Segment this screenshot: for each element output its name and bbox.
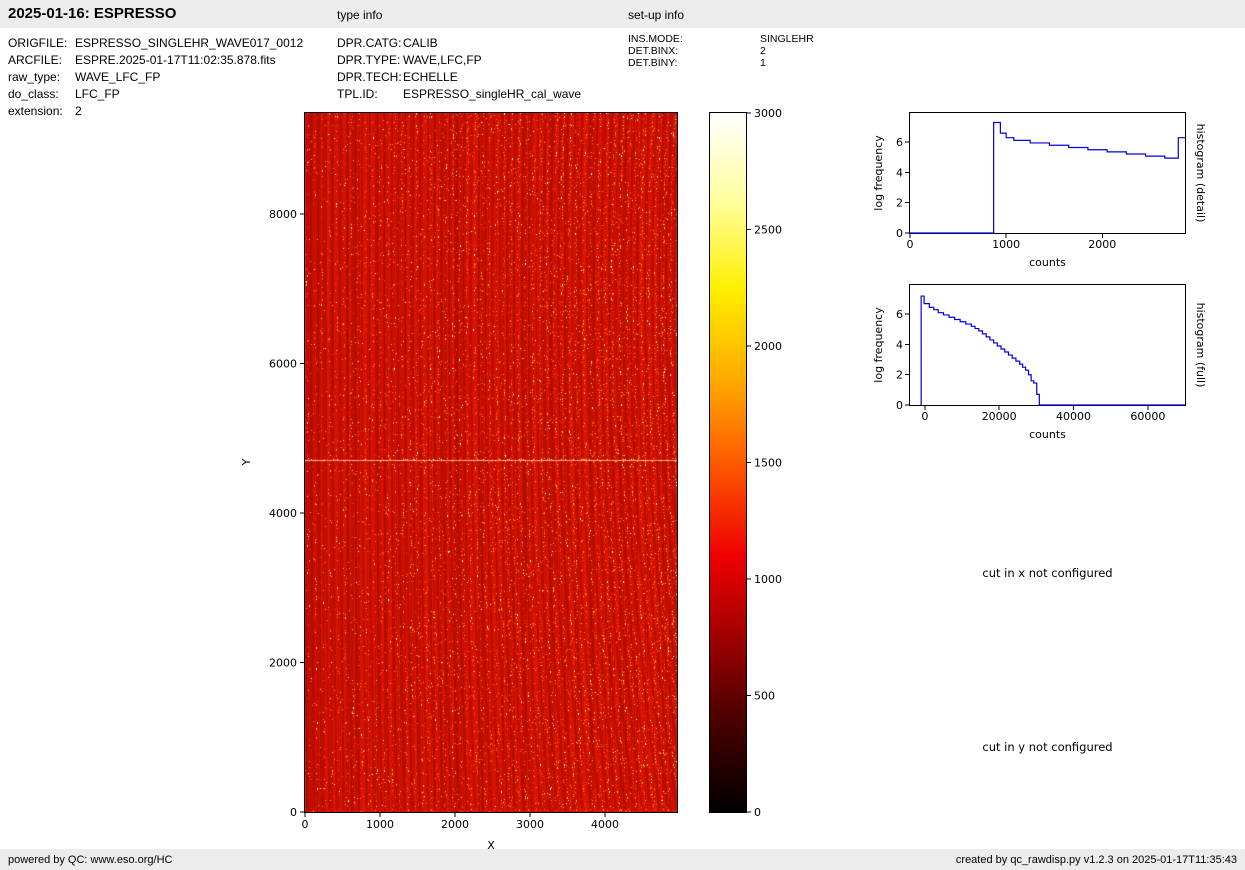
info-label: INS.MODE: — [628, 33, 683, 45]
y-axis-label: log frequency — [872, 135, 885, 211]
info-row: extension: 2 — [8, 103, 303, 120]
type-info-block: DPR.CATG: CALIB DPR.TYPE: WAVE,LFC,FP DPR.TE… — [337, 35, 581, 103]
raw-frame-heatmap — [305, 113, 677, 812]
colorbar-tick-label: 1500 — [754, 457, 782, 470]
x-tick-label: 20000 — [982, 410, 1017, 423]
info-value: LFC_FP — [75, 87, 120, 101]
y-tick-label: 0 — [896, 399, 903, 412]
info-label: DPR.CATG: — [337, 36, 402, 50]
info-row: DPR.TECH: ECHELLE — [337, 69, 581, 86]
y-axis-label: Y — [240, 458, 253, 466]
info-value: 2 — [760, 45, 766, 57]
y-tick-label: 6000 — [269, 357, 297, 370]
y-tick-label: 0 — [290, 806, 297, 819]
info-row: DPR.CATG: CALIB — [337, 35, 581, 52]
y-tick-label: 4 — [896, 338, 903, 351]
info-value: ESPRESSO_singleHR_cal_wave — [403, 87, 582, 101]
info-label: DPR.TECH: — [337, 70, 402, 84]
info-label: DET.BINY: — [628, 57, 678, 69]
y-tick-label: 2 — [896, 197, 903, 210]
y-tick-label: 0 — [896, 227, 903, 240]
setup-info-heading: set-up info — [628, 8, 685, 22]
page-title: 2025-01-16: ESPRESSO — [8, 5, 177, 22]
x-axis-label: counts — [1029, 428, 1066, 441]
colorbar-tick-label: 2000 — [754, 340, 782, 353]
info-row: do_class: LFC_FP — [8, 86, 303, 103]
info-row: DET.BINX: 2 — [628, 45, 814, 57]
x-tick-label: 2000 — [441, 818, 469, 831]
info-label: DPR.TYPE: — [337, 53, 401, 67]
colorbar-tick-label: 1000 — [754, 573, 782, 586]
x-tick-label: 40000 — [1056, 410, 1091, 423]
info-value: WAVE,LFC,FP — [403, 53, 482, 67]
info-label: raw_type: — [8, 70, 61, 84]
y-tick-label: 4000 — [269, 507, 297, 520]
header-bar: 2025-01-16: ESPRESSO type info set-up in… — [0, 0, 1245, 28]
info-label: extension: — [8, 104, 63, 118]
histogram-line — [920, 295, 1185, 406]
info-row: TPL.ID: ESPRESSO_singleHR_cal_wave — [337, 86, 581, 103]
plot-frame — [909, 284, 1186, 406]
info-row: DPR.TYPE: WAVE,LFC,FP — [337, 52, 581, 69]
footer-right-text: created by qc_rawdisp.py v1.2.3 on 2025-… — [955, 853, 1237, 866]
cut-x-message: cut in x not configured — [982, 566, 1113, 580]
info-row: raw_type: WAVE_LFC_FP — [8, 69, 303, 86]
x-tick-label: 3000 — [516, 818, 544, 831]
y-tick-label: 8000 — [269, 208, 297, 221]
type-info-heading: type info — [337, 8, 383, 22]
x-tick-label: 0 — [302, 818, 309, 831]
info-row: ARCFILE: ESPRE.2025-01-17T11:02:35.878.fi… — [8, 52, 303, 69]
right-axis-label: histogram (detail) — [1194, 124, 1207, 223]
x-tick-label: 1000 — [366, 818, 394, 831]
y-tick-label: 2000 — [269, 656, 297, 669]
info-label: ARCFILE: — [8, 53, 63, 67]
x-tick-label: 0 — [921, 410, 928, 423]
x-axis-label: counts — [1029, 256, 1066, 269]
info-row: DET.BINY: 1 — [628, 57, 814, 69]
colorbar-tick-label: 0 — [754, 806, 761, 819]
y-tick-label: 6 — [896, 136, 903, 149]
info-label: DET.BINX: — [628, 45, 679, 57]
info-value: 1 — [760, 57, 766, 69]
footer-left-text: powered by QC: www.eso.org/HC — [8, 853, 173, 866]
info-value: CALIB — [403, 36, 438, 50]
footer-bar: powered by QC: www.eso.org/HC created by… — [0, 849, 1245, 870]
histogram-line — [910, 121, 1185, 234]
plot-frame — [909, 112, 1186, 234]
x-tick-label: 1000 — [992, 238, 1020, 251]
info-label: do_class: — [8, 87, 59, 101]
info-label: TPL.ID: — [337, 87, 378, 101]
setup-info-block: INS.MODE: SINGLEHR DET.BINX: 2 DET.BINY: 1 — [628, 33, 814, 69]
info-value: SINGLEHR — [760, 33, 814, 45]
info-label: ORIGFILE: — [8, 36, 68, 50]
info-value: ESPRE.2025-01-17T11:02:35.878.fits — [75, 53, 276, 67]
colorbar-gradient — [710, 113, 746, 812]
colorbar-tick-label: 2500 — [754, 224, 782, 237]
x-tick-label: 4000 — [591, 818, 619, 831]
info-value: ESPRESSO_SINGLEHR_WAVE017_0012 — [75, 36, 304, 50]
info-value: 2 — [75, 104, 82, 118]
y-tick-label: 4 — [896, 166, 903, 179]
colorbar-tick-label: 500 — [754, 690, 775, 703]
x-tick-label: 2000 — [1088, 238, 1116, 251]
cut-y-message: cut in y not configured — [982, 740, 1113, 754]
info-value: WAVE_LFC_FP — [75, 70, 161, 84]
y-axis-label: log frequency — [872, 307, 885, 383]
y-tick-label: 6 — [896, 308, 903, 321]
info-row: ORIGFILE: ESPRESSO_SINGLEHR_WAVE017_0012 — [8, 35, 303, 52]
y-tick-label: 2 — [896, 369, 903, 382]
info-row: INS.MODE: SINGLEHR — [628, 33, 814, 45]
info-value: ECHELLE — [403, 70, 458, 84]
right-axis-label: histogram (full) — [1194, 303, 1207, 388]
colorbar-tick-label: 3000 — [754, 107, 782, 120]
file-info-block: ORIGFILE: ESPRESSO_SINGLEHR_WAVE017_0012 A… — [8, 35, 303, 120]
x-tick-label: 60000 — [1130, 410, 1165, 423]
x-tick-label: 0 — [907, 238, 914, 251]
qc-report-page: 2025-01-16: ESPRESSO type info set-up in… — [0, 0, 1245, 870]
